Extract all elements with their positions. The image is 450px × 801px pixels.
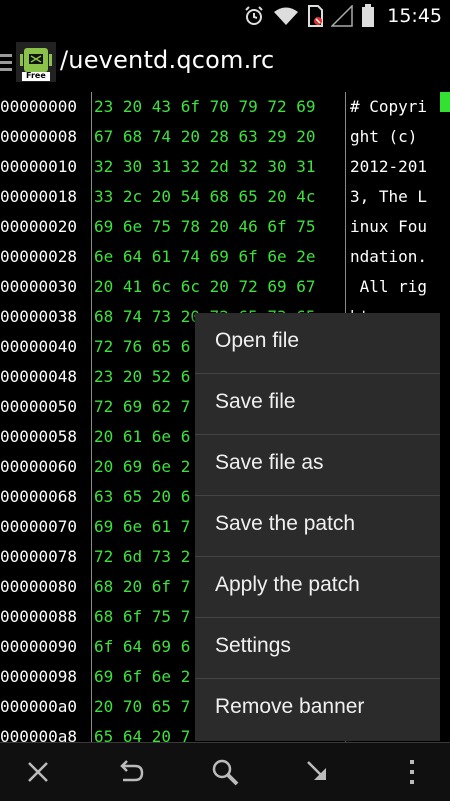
hex-row[interactable]: 00000008 67 68 74 20 28 63 29 20 ght (c): [0, 122, 450, 152]
row-offset: 00000098: [0, 667, 78, 686]
menu-item-save-file-as[interactable]: Save file as: [195, 435, 440, 496]
alarm-icon: [243, 5, 265, 27]
row-offset: 00000048: [0, 367, 78, 386]
hex-row[interactable]: 00000000 23 20 43 6f 70 79 72 69 # Copyri: [0, 92, 450, 122]
row-offset: 00000008: [0, 127, 78, 146]
row-offset: 00000088: [0, 607, 78, 626]
drawer-icon[interactable]: [0, 54, 12, 72]
row-offset: 00000058: [0, 427, 78, 446]
bottom-toolbar: [0, 742, 450, 801]
app-icon-badge: Free: [26, 71, 46, 80]
row-hex-bytes[interactable]: 67 68 74 20 28 63 29 20: [94, 122, 344, 152]
menu-item-save-the-patch[interactable]: Save the patch: [195, 496, 440, 557]
row-hex-bytes[interactable]: 23 20 43 6f 70 79 72 69: [94, 92, 344, 122]
hex-row[interactable]: 00000018 33 2c 20 54 68 65 20 4c 3, The L: [0, 182, 450, 212]
menu-item-apply-the-patch[interactable]: Apply the patch: [195, 557, 440, 618]
row-hex-bytes[interactable]: 33 2c 20 54 68 65 20 4c: [94, 182, 344, 212]
row-offset: 00000050: [0, 397, 78, 416]
row-ascii[interactable]: inux Fou: [350, 212, 450, 242]
row-offset: 00000010: [0, 157, 78, 176]
row-ascii[interactable]: ndation.: [350, 242, 450, 272]
menu-item-save-file[interactable]: Save file: [195, 374, 440, 435]
row-offset: 00000018: [0, 187, 78, 206]
clock: 15:45: [387, 5, 442, 27]
no-sim-icon: [307, 5, 324, 27]
row-offset: 00000000: [0, 97, 78, 116]
hex-row[interactable]: 00000030 20 41 6c 6c 20 72 69 67 All rig: [0, 272, 450, 302]
row-offset: 00000028: [0, 247, 78, 266]
row-offset: 00000090: [0, 637, 78, 656]
row-offset: 00000030: [0, 277, 78, 296]
row-ascii[interactable]: ght (c): [350, 122, 450, 152]
row-offset: 00000080: [0, 577, 78, 596]
menu-item-remove-banner[interactable]: Remove banner: [195, 679, 440, 740]
android-app-icon[interactable]: Free: [16, 42, 56, 82]
row-offset: 000000a0: [0, 697, 78, 716]
row-offset: 00000078: [0, 547, 78, 566]
row-ascii[interactable]: 2012-201: [350, 152, 450, 182]
menu-item-label: Remove banner: [215, 695, 365, 718]
menu-item-label: Apply the patch: [215, 573, 360, 596]
row-offset: 00000038: [0, 307, 78, 326]
wifi-icon: [273, 6, 299, 26]
menu-item-label: Save the patch: [215, 512, 356, 535]
menu-item-label: Save file: [215, 390, 296, 413]
row-offset: 00000020: [0, 217, 78, 236]
goto-icon[interactable]: [301, 755, 335, 789]
row-ascii[interactable]: # Copyri: [350, 92, 450, 122]
action-bar: Free /ueventd.qcom.rc: [0, 32, 450, 92]
row-offset: 00000068: [0, 487, 78, 506]
row-hex-bytes[interactable]: 32 30 31 32 2d 32 30 31: [94, 152, 344, 182]
status-bar: 15:45: [0, 0, 450, 32]
hex-row[interactable]: 00000028 6e 64 61 74 69 6f 6e 2e ndation.: [0, 242, 450, 272]
undo-icon[interactable]: [114, 755, 148, 789]
menu-item-label: Save file as: [215, 451, 324, 474]
row-hex-bytes[interactable]: 69 6e 75 78 20 46 6f 75: [94, 212, 344, 242]
battery-icon: [361, 4, 375, 28]
row-hex-bytes[interactable]: 6e 64 61 74 69 6f 6e 2e: [94, 242, 344, 272]
menu-item-settings[interactable]: Settings: [195, 618, 440, 679]
row-ascii[interactable]: All rig: [350, 272, 450, 302]
row-hex-bytes[interactable]: 20 41 6c 6c 20 72 69 67: [94, 272, 344, 302]
hex-row[interactable]: 00000020 69 6e 75 78 20 46 6f 75 inux Fou: [0, 212, 450, 242]
row-offset: 00000060: [0, 457, 78, 476]
menu-item-open-file[interactable]: Open file: [195, 313, 440, 374]
hex-row[interactable]: 00000010 32 30 31 32 2d 32 30 31 2012-201: [0, 152, 450, 182]
search-icon[interactable]: [208, 755, 242, 789]
file-title: /ueventd.qcom.rc: [60, 46, 275, 74]
row-offset: 00000040: [0, 337, 78, 356]
row-ascii[interactable]: 3, The L: [350, 182, 450, 212]
row-offset: 00000070: [0, 517, 78, 536]
menu-item-label: Open file: [215, 329, 300, 352]
close-icon[interactable]: [21, 755, 55, 789]
options-menu: Open file Save file Save file as Save th…: [195, 313, 440, 741]
signal-icon: [331, 5, 353, 27]
menu-item-label: Settings: [215, 634, 291, 657]
overflow-menu-icon[interactable]: [395, 755, 429, 789]
